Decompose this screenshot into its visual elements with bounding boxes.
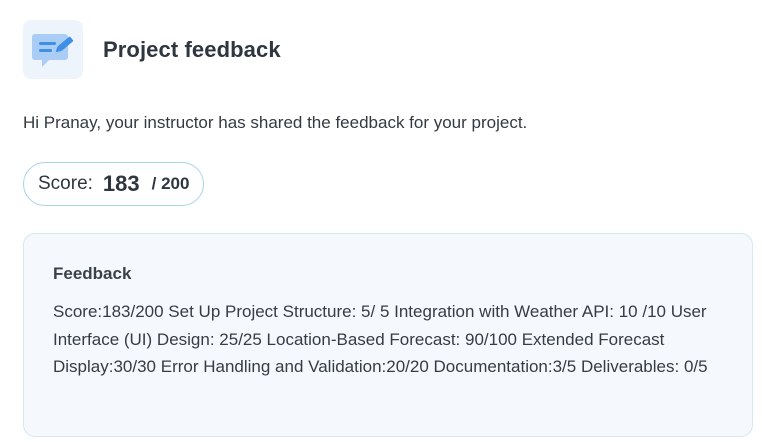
score-total: / 200	[151, 174, 190, 193]
feedback-text: Score:183/200 Set Up Project Structure: …	[53, 302, 708, 376]
feedback-heading: Feedback	[53, 264, 132, 283]
score-label: Score:	[38, 173, 93, 194]
page-header: Project feedback	[23, 20, 281, 79]
page-title: Project feedback	[103, 36, 281, 62]
score-badge: Score: 183 / 200	[23, 162, 205, 206]
feedback-icon	[23, 20, 83, 79]
greeting-message: Hi Pranay, your instructor has shared th…	[23, 113, 528, 132]
chat-pencil-icon	[32, 33, 74, 67]
feedback-card: Feedback Score:183/200 Set Up Project St…	[23, 233, 753, 437]
score-value: 183	[102, 171, 140, 196]
